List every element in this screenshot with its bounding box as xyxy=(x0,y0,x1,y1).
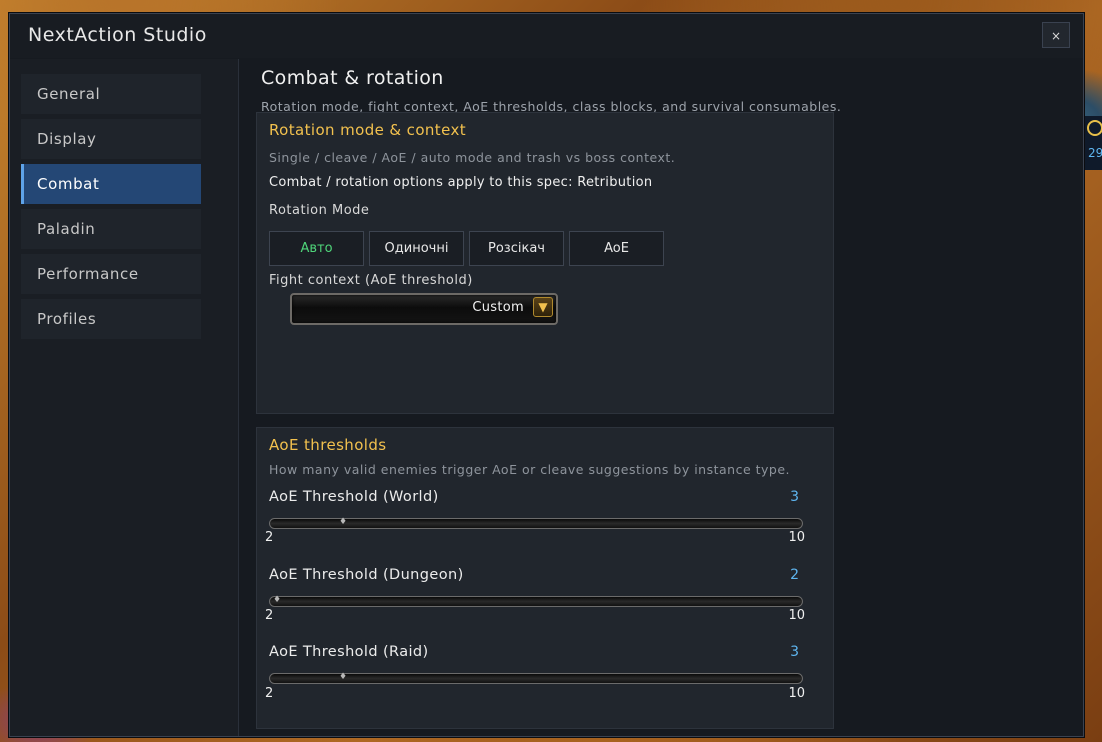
sidebar-item-profiles[interactable]: Profiles xyxy=(21,299,201,339)
fight-context-value: Custom xyxy=(472,300,524,315)
fight-context-label: Fight context (AoE threshold) xyxy=(269,273,473,288)
edge-number: 29 xyxy=(1088,146,1102,160)
mode-button-single[interactable]: Одиночні xyxy=(369,231,464,266)
mode-button-cleave[interactable]: Розсікач xyxy=(469,231,564,266)
slider-thumb[interactable]: ♦ xyxy=(339,673,347,682)
slider-value-raid: 3 xyxy=(790,644,799,660)
slider-thumb[interactable]: ♦ xyxy=(339,518,347,527)
slider-value-dungeon: 2 xyxy=(790,567,799,583)
slider-label-raid: AoE Threshold (Raid) xyxy=(269,644,429,660)
ring-icon xyxy=(1087,120,1102,136)
slider-min-raid: 2 xyxy=(265,686,274,701)
slider-min-world: 2 xyxy=(265,530,274,545)
aoe-threshold-dungeon-slider[interactable]: ♦ xyxy=(269,596,803,607)
aoe-panel-title: AoE thresholds xyxy=(269,436,387,454)
sidebar-item-display[interactable]: Display xyxy=(21,119,201,159)
slider-max-world: 10 xyxy=(788,530,805,545)
aoe-thresholds-panel: AoE thresholds How many valid enemies tr… xyxy=(256,427,834,729)
title-bar[interactable]: NextAction Studio × xyxy=(10,14,1083,58)
slider-value-world: 3 xyxy=(790,489,799,505)
slider-label-dungeon: AoE Threshold (Dungeon) xyxy=(269,567,464,583)
slider-max-dungeon: 10 xyxy=(788,608,805,623)
rotation-panel-title: Rotation mode & context xyxy=(269,121,467,139)
settings-window: NextAction Studio × General Display Comb… xyxy=(9,13,1084,737)
rotation-panel: Rotation mode & context Single / cleave … xyxy=(256,112,834,414)
aoe-threshold-raid-slider[interactable]: ♦ xyxy=(269,673,803,684)
slider-max-raid: 10 xyxy=(788,686,805,701)
sidebar: General Display Combat Paladin Performan… xyxy=(10,59,239,736)
spec-note: Combat / rotation options apply to this … xyxy=(269,175,653,190)
mode-button-auto[interactable]: Авто xyxy=(269,231,364,266)
sidebar-item-performance[interactable]: Performance xyxy=(21,254,201,294)
sidebar-item-combat[interactable]: Combat xyxy=(21,164,201,204)
slider-min-dungeon: 2 xyxy=(265,608,274,623)
fight-context-dropdown[interactable]: Custom ▼ xyxy=(290,293,558,325)
page-title: Combat & rotation xyxy=(261,67,444,89)
chevron-down-icon[interactable]: ▼ xyxy=(533,297,553,317)
main-content: Combat & rotation Rotation mode, fight c… xyxy=(239,59,1082,736)
aoe-threshold-world-slider[interactable]: ♦ xyxy=(269,518,803,529)
edge-unit-frame: 29 xyxy=(1084,116,1102,170)
aoe-panel-description: How many valid enemies trigger AoE or cl… xyxy=(269,462,791,477)
rotation-panel-description: Single / cleave / AoE / auto mode and tr… xyxy=(269,150,676,165)
close-button[interactable]: × xyxy=(1042,22,1070,48)
sidebar-item-paladin[interactable]: Paladin xyxy=(21,209,201,249)
rotation-mode-label: Rotation Mode xyxy=(269,203,370,218)
mode-button-aoe[interactable]: AoE xyxy=(569,231,664,266)
app-title: NextAction Studio xyxy=(28,24,207,46)
slider-thumb[interactable]: ♦ xyxy=(273,596,281,605)
slider-label-world: AoE Threshold (World) xyxy=(269,489,439,505)
sidebar-item-general[interactable]: General xyxy=(21,74,201,114)
